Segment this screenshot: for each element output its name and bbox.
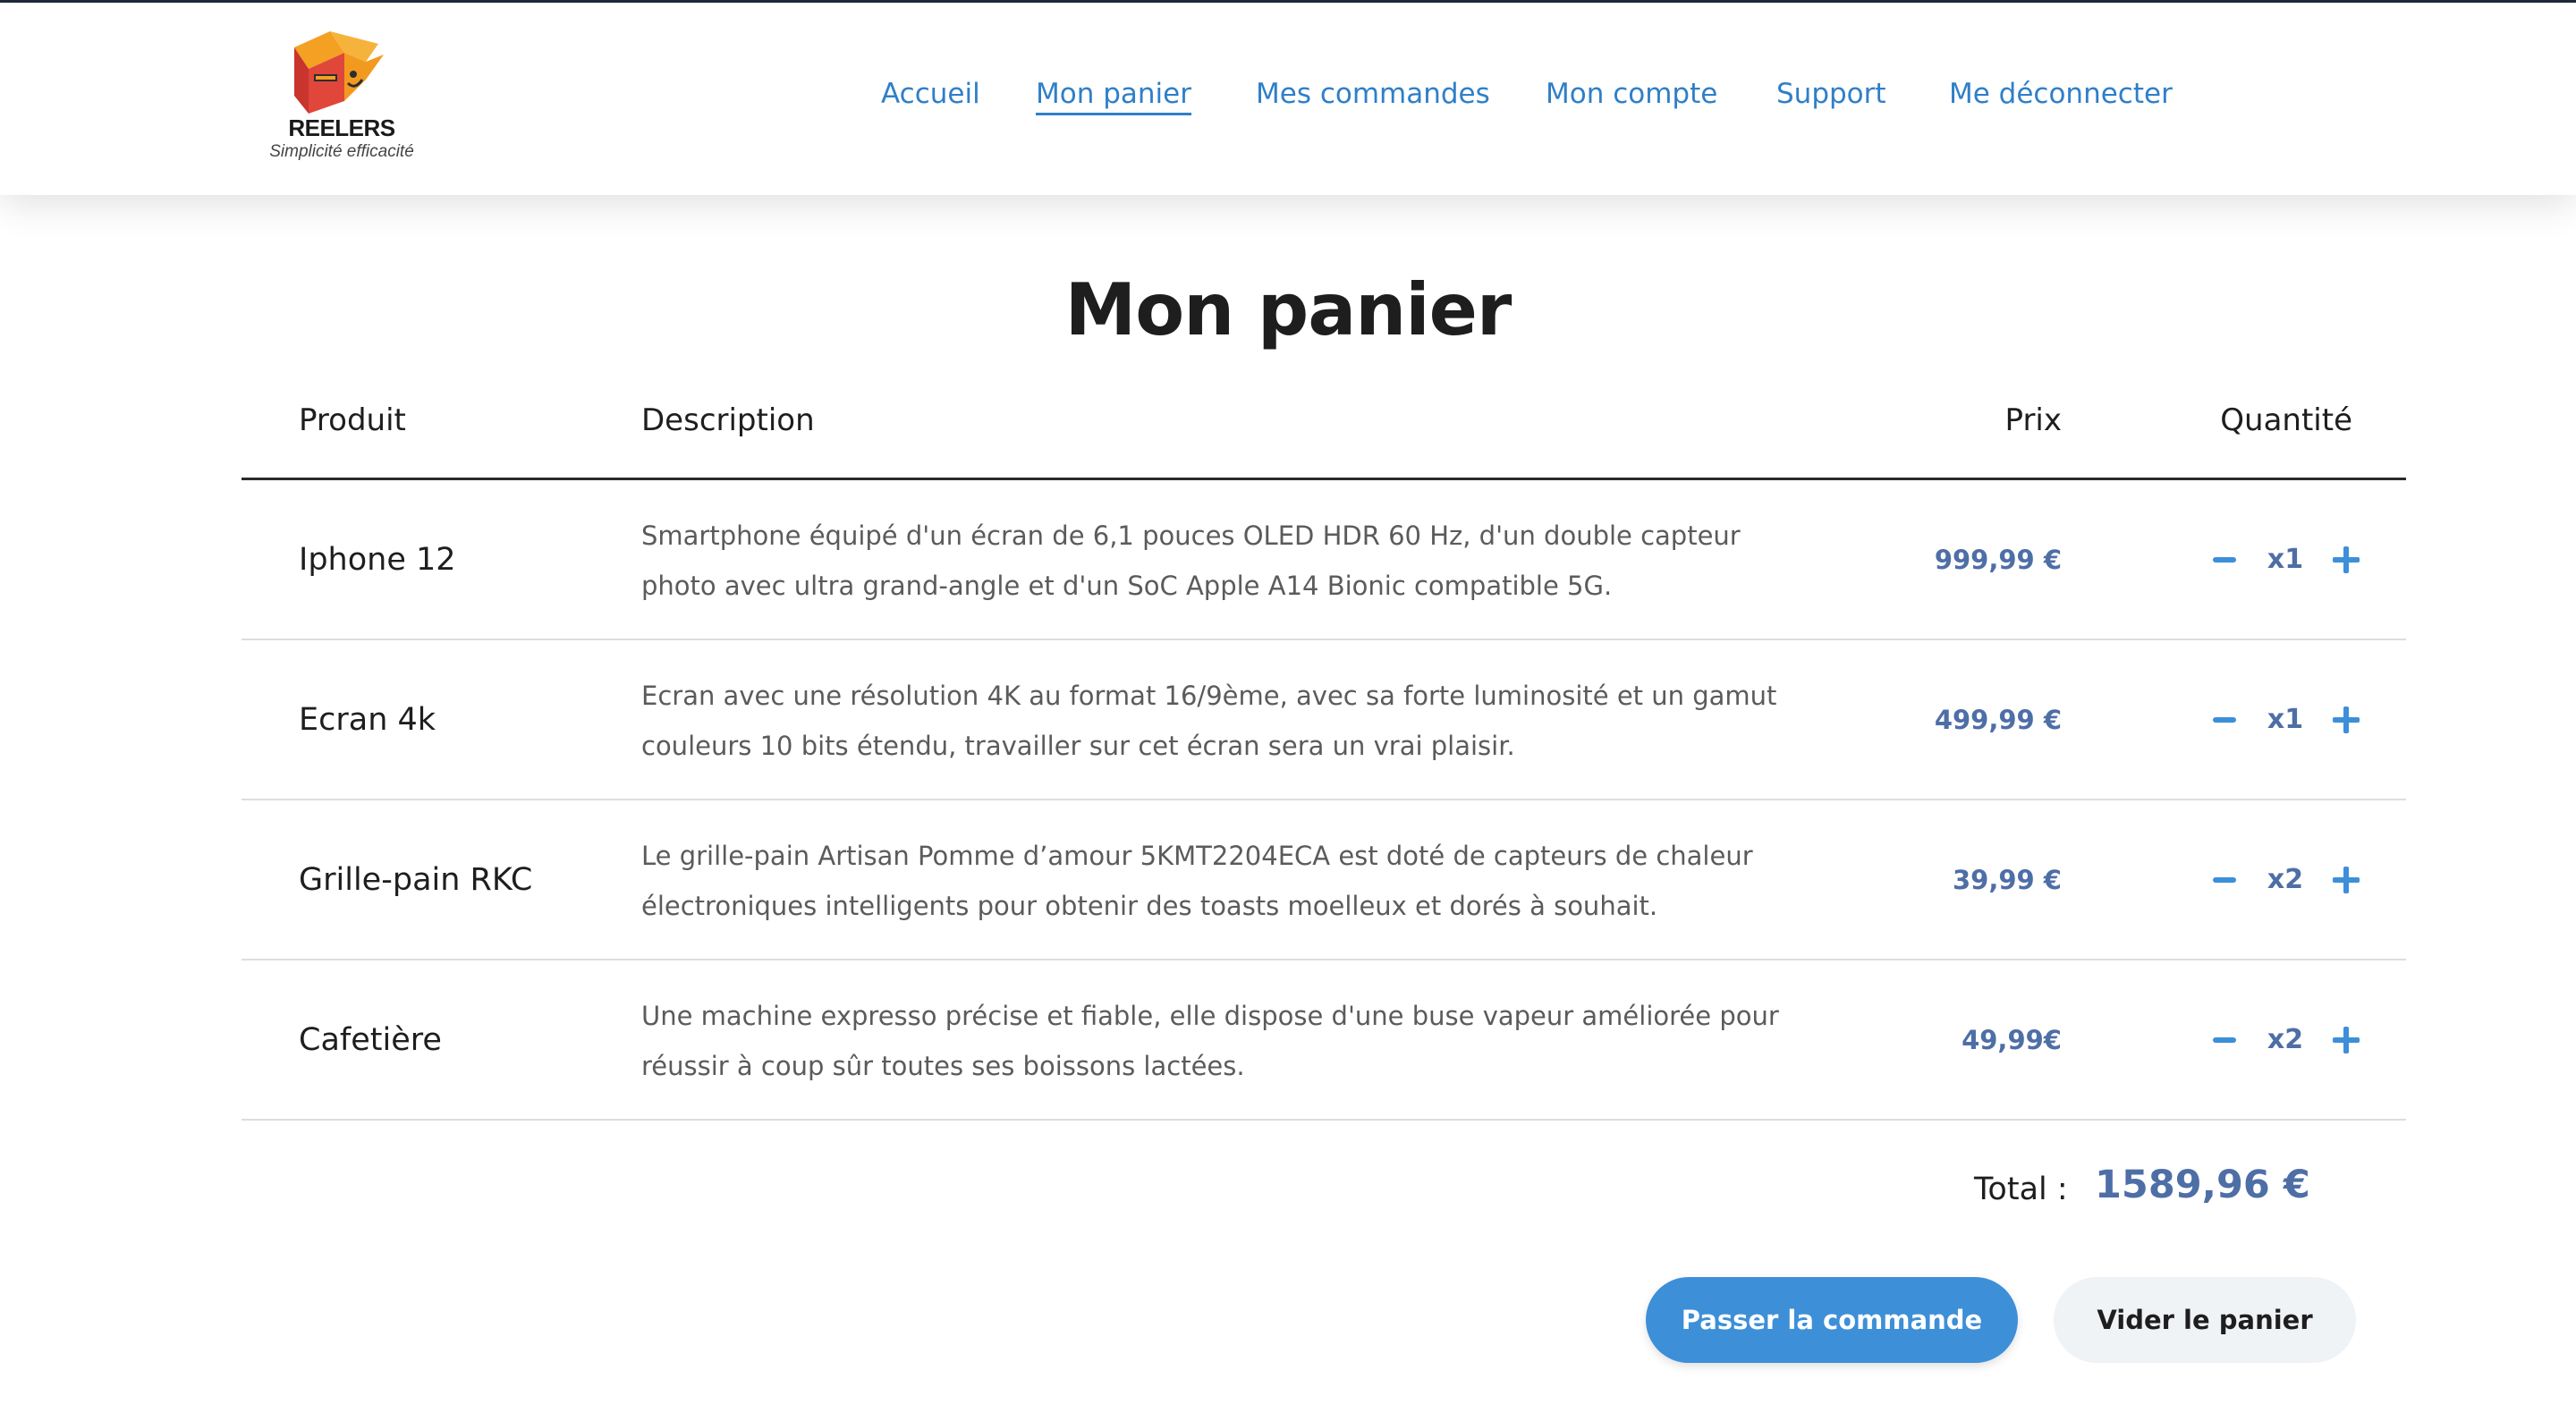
table-row: Ecran 4k Ecran avec une résolution 4K au…	[242, 640, 2406, 800]
product-name: Grille-pain RKC	[299, 861, 533, 898]
quantity-stepper: x1	[2209, 480, 2361, 639]
increase-quantity-button[interactable]	[2331, 1025, 2361, 1055]
quantity-value: x1	[2267, 704, 2304, 735]
brand-tagline: Simplicité efficacité	[269, 142, 414, 161]
clear-cart-button[interactable]: Vider le panier	[2054, 1277, 2356, 1363]
quantity-value: x1	[2267, 544, 2304, 575]
product-description: Le grille-pain Artisan Pomme d’amour 5KM…	[641, 841, 1753, 921]
quantity-value: x2	[2267, 864, 2304, 895]
increase-quantity-button[interactable]	[2331, 545, 2361, 575]
minus-icon	[2213, 1036, 2236, 1043]
product-description: Ecran avec une résolution 4K au format 1…	[641, 681, 1777, 761]
product-price: 39,99 €	[1952, 864, 2062, 895]
decrease-quantity-button[interactable]	[2209, 865, 2240, 895]
product-price: 999,99 €	[1934, 544, 2062, 575]
product-price: 499,99 €	[1934, 704, 2062, 735]
product-name: Ecran 4k	[299, 701, 436, 738]
plus-icon	[2332, 866, 2360, 893]
quantity-stepper: x2	[2209, 960, 2361, 1119]
plus-icon	[2332, 706, 2360, 733]
table-header-row: Produit Description Prix Quantité	[242, 385, 2406, 480]
column-header-description: Description	[641, 402, 815, 438]
plus-icon	[2332, 546, 2360, 573]
quantity-stepper: x1	[2209, 640, 2361, 799]
place-order-button[interactable]: Passer la commande	[1646, 1277, 2018, 1363]
cart-table: Produit Description Prix Quantité Iphone…	[242, 385, 2406, 1121]
product-description: Une machine expresso précise et fiable, …	[641, 1001, 1779, 1081]
nav-link-mon-panier[interactable]: Mon panier	[1036, 78, 1191, 115]
box-logo-icon	[294, 31, 384, 114]
product-price: 49,99€	[1962, 1024, 2062, 1055]
quantity-stepper: x2	[2209, 800, 2361, 959]
quantity-value: x2	[2267, 1024, 2304, 1055]
nav-link-accueil[interactable]: Accueil	[881, 78, 980, 110]
total-value: 1589,96 €	[2095, 1163, 2310, 1207]
decrease-quantity-button[interactable]	[2209, 545, 2240, 575]
minus-icon	[2213, 876, 2236, 883]
brand-logo[interactable]: REELERS Simplicité efficacité	[259, 28, 438, 171]
column-header-product: Produit	[299, 402, 406, 438]
site-header: REELERS Simplicité efficacité Accueil Mo…	[0, 3, 2576, 195]
table-row: Cafetière Une machine expresso précise e…	[242, 960, 2406, 1121]
nav-link-mes-commandes[interactable]: Mes commandes	[1256, 78, 1490, 110]
nav-link-me-deconnecter[interactable]: Me déconnecter	[1949, 78, 2173, 110]
total-label: Total :	[1974, 1172, 2068, 1207]
minus-icon	[2213, 716, 2236, 723]
column-header-quantity: Quantité	[2220, 402, 2352, 438]
product-name: Iphone 12	[299, 541, 456, 578]
nav-link-mon-compte[interactable]: Mon compte	[1546, 78, 1717, 110]
table-row: Iphone 12 Smartphone équipé d'un écran d…	[242, 480, 2406, 640]
page-title: Mon panier	[1064, 268, 1513, 351]
minus-icon	[2213, 556, 2236, 563]
nav-link-support[interactable]: Support	[1776, 78, 1886, 110]
product-name: Cafetière	[299, 1021, 442, 1058]
decrease-quantity-button[interactable]	[2209, 1025, 2240, 1055]
plus-icon	[2332, 1026, 2360, 1053]
increase-quantity-button[interactable]	[2331, 705, 2361, 735]
brand-name: REELERS	[288, 114, 395, 141]
decrease-quantity-button[interactable]	[2209, 705, 2240, 735]
product-description: Smartphone équipé d'un écran de 6,1 pouc…	[641, 520, 1741, 601]
table-row: Grille-pain RKC Le grille-pain Artisan P…	[242, 800, 2406, 960]
increase-quantity-button[interactable]	[2331, 865, 2361, 895]
column-header-price: Prix	[2004, 402, 2062, 438]
